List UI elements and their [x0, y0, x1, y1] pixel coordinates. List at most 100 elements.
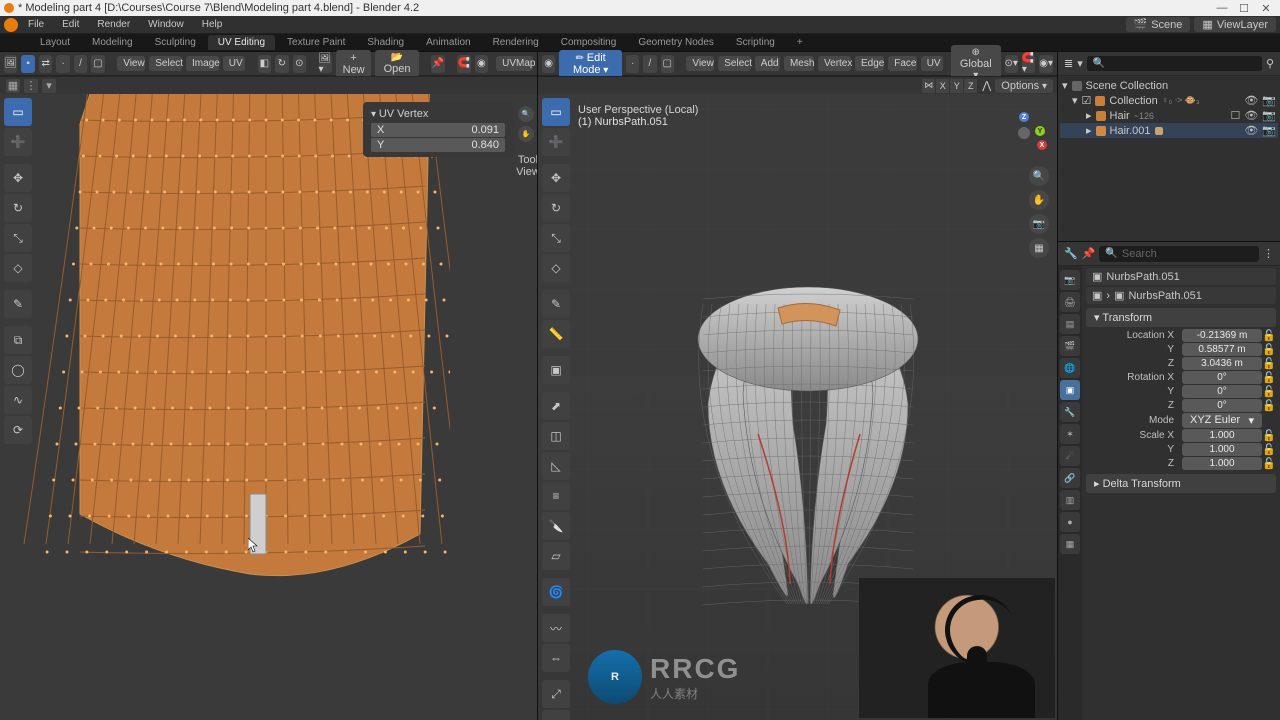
v3d-tool-scale[interactable]: ⤡ [542, 224, 570, 252]
view3d-proportional-icon[interactable]: ◉▾ [1039, 55, 1053, 73]
uv-new-button[interactable]: + New [336, 50, 371, 78]
view3d-nav-gizmo[interactable]: Z Y X [1001, 110, 1047, 156]
props-tab-scene[interactable]: 🎬 [1060, 336, 1080, 356]
props-tab-texture[interactable]: ▦ [1060, 534, 1080, 554]
viewlayer-selector[interactable]: ▦ViewLayer [1194, 17, 1276, 32]
props-tab-material[interactable]: ● [1060, 512, 1080, 532]
uv-uv-menu[interactable]: UV [223, 56, 245, 71]
props-tab-particles[interactable]: ✶ [1060, 424, 1080, 444]
outliner-visibility-icon[interactable]: 👁 [1244, 124, 1258, 137]
uv-select-edge-icon[interactable]: / [74, 55, 87, 73]
workspace-tab-modeling[interactable]: Modeling [82, 35, 143, 50]
workspace-tab-sculpting[interactable]: Sculpting [145, 35, 206, 50]
v3d-tool-knife[interactable]: 🔪 [542, 512, 570, 540]
v3d-tool-rotate[interactable]: ↻ [542, 194, 570, 222]
view3d-mirror-y[interactable]: Y [950, 79, 964, 93]
view3d-automerge-icon[interactable]: ⋀ [982, 79, 991, 92]
uv-mode-vertex-icon[interactable]: ▪ [21, 55, 34, 73]
menu-file[interactable]: File [20, 17, 52, 32]
menu-edit[interactable]: Edit [54, 17, 87, 32]
v3d-tool-shear[interactable]: ▱ [542, 710, 570, 720]
uv-view-menu[interactable]: View [117, 56, 145, 71]
v3d-tool-inset[interactable]: ◫ [542, 422, 570, 450]
uv-vertex-y-field[interactable]: Y 0.840 [371, 138, 505, 152]
gizmo-y-axis[interactable]: Y [1035, 126, 1045, 136]
v3d-tool-cursor[interactable]: ➕ [542, 128, 570, 156]
scale-y-field[interactable]: Y1.000🔓 [1086, 443, 1276, 456]
props-pin-icon[interactable]: 📌 [1082, 247, 1096, 260]
props-search-input[interactable]: 🔍 Search [1099, 246, 1259, 262]
workspace-tab-compositing[interactable]: Compositing [551, 35, 627, 50]
view3d-mode-selector[interactable]: ✏ Edit Mode ▾ [559, 50, 622, 78]
outliner-scene-collection[interactable]: ▾ Scene Collection [1060, 78, 1278, 93]
uv-overlay-dropdown[interactable]: ▾ [42, 79, 56, 93]
view3d-pivot-icon[interactable]: ⊙▾ [1005, 55, 1018, 73]
props-delta-header[interactable]: ▸ Delta Transform [1086, 474, 1276, 493]
lock-icon[interactable]: 🔓 [1262, 443, 1276, 456]
v3d-tool-edgeslide[interactable]: ⇔ [542, 644, 570, 672]
workspace-tab-rendering[interactable]: Rendering [483, 35, 549, 50]
props-breadcrumb-2[interactable]: ▣›▣ NurbsPath.051 [1086, 287, 1276, 304]
props-type-icon[interactable]: 🔧 [1064, 247, 1078, 260]
v3d-tool-polybuild[interactable]: ▱ [542, 542, 570, 570]
outliner-visibility-icon[interactable]: 👁 [1244, 94, 1258, 107]
uvmap-selector[interactable]: UVMap [496, 56, 533, 71]
scale-z-field[interactable]: Z1.000🔓 [1086, 457, 1276, 470]
v3d-tool-shrink[interactable]: ⤢ [542, 680, 570, 708]
v3d-tool-smooth[interactable]: 〰 [542, 614, 570, 642]
props-tab-viewlayer[interactable]: ▤ [1060, 314, 1080, 334]
uv-select-menu[interactable]: Select [149, 56, 182, 71]
lock-icon[interactable]: 🔓 [1262, 329, 1276, 342]
uv-select-vertex-icon[interactable]: ∙ [56, 55, 69, 73]
outliner-search-input[interactable]: 🔍 [1087, 56, 1262, 71]
outliner-display-mode-icon[interactable]: ▾ [1077, 57, 1083, 70]
outliner-render-icon[interactable]: 📷 [1262, 124, 1276, 137]
uv-sidetab-tool[interactable]: Tool [519, 154, 537, 166]
uv-select-face-icon[interactable]: ▢ [91, 55, 104, 73]
view3d-mirror-butterfly-icon[interactable]: ⋈ [922, 79, 936, 93]
view3d-edge-menu[interactable]: Edge [855, 56, 884, 71]
props-tab-object[interactable]: ▣ [1060, 380, 1080, 400]
gizmo-x-axis[interactable]: X [1037, 140, 1047, 150]
props-transform-header[interactable]: ▾ Transform [1086, 308, 1276, 327]
location-x-field[interactable]: Location X-0.21369 m🔓 [1086, 329, 1276, 342]
uv-snap-grid-icon[interactable]: ▦ [6, 79, 20, 93]
rotation-x-field[interactable]: Rotation X0°🔓 [1086, 371, 1276, 384]
view3d-editor-type-icon[interactable]: ◉ [542, 55, 555, 73]
window-minimize-button[interactable]: — [1212, 2, 1232, 15]
props-tab-modifiers[interactable]: 🔧 [1060, 402, 1080, 422]
workspace-tab-texture-paint[interactable]: Texture Paint [277, 35, 355, 50]
view3d-options-button[interactable]: Options ▾ [995, 79, 1053, 93]
uv-vertex-x-field[interactable]: X 0.091 [371, 123, 505, 137]
uv-editor-type-icon[interactable]: 🖼 [4, 55, 17, 73]
v3d-tool-bevel[interactable]: ◺ [542, 452, 570, 480]
uv-display-dropdown-icon[interactable]: ◧ [258, 55, 271, 73]
v3d-tool-loopcut[interactable]: ≡ [542, 482, 570, 510]
props-options-icon[interactable]: ⋮ [1263, 247, 1274, 260]
window-close-button[interactable]: ✕ [1256, 2, 1276, 15]
props-tab-physics[interactable]: ☄ [1060, 446, 1080, 466]
uv-sidetab-view[interactable]: View [519, 166, 537, 178]
uv-zoom-icon[interactable]: 🔍 [518, 106, 534, 122]
uv-rotate-icon[interactable]: ↻ [275, 55, 288, 73]
view3d-persp-icon[interactable]: ▦ [1029, 238, 1049, 258]
view3d-zoom-icon[interactable]: 🔍 [1029, 166, 1049, 186]
view3d-pan-icon[interactable]: ✋ [1029, 190, 1049, 210]
v3d-tool-transform[interactable]: ◇ [542, 254, 570, 282]
props-tab-data[interactable]: ▥ [1060, 490, 1080, 510]
view3d-view-menu[interactable]: View [686, 56, 714, 71]
uv-sync-select-icon[interactable]: ⇄ [39, 55, 52, 73]
lock-icon[interactable]: 🔓 [1262, 429, 1276, 442]
uv-pan-icon[interactable]: ✋ [518, 126, 534, 142]
lock-icon[interactable]: 🔓 [1262, 385, 1276, 398]
uv-viewport[interactable]: ▭ ➕ ✥ ↻ ⤡ ◇ ✎ ⧉ ◯ ∿ ⟳ [0, 94, 537, 720]
v3d-tool-spin[interactable]: 🌀 [542, 578, 570, 606]
view3d-select-menu[interactable]: Select [718, 56, 751, 71]
scale-x-field[interactable]: Scale X1.000🔓 [1086, 429, 1276, 442]
workspace-tab-scripting[interactable]: Scripting [726, 35, 785, 50]
view3d-mirror-z[interactable]: Z [964, 79, 978, 93]
menu-help[interactable]: Help [194, 17, 231, 32]
workspace-tab-layout[interactable]: Layout [30, 35, 80, 50]
location-y-field[interactable]: Y0.58577 m🔓 [1086, 343, 1276, 356]
outliner-hair-child[interactable]: ▸ Hair.001 👁📷 [1060, 123, 1278, 138]
